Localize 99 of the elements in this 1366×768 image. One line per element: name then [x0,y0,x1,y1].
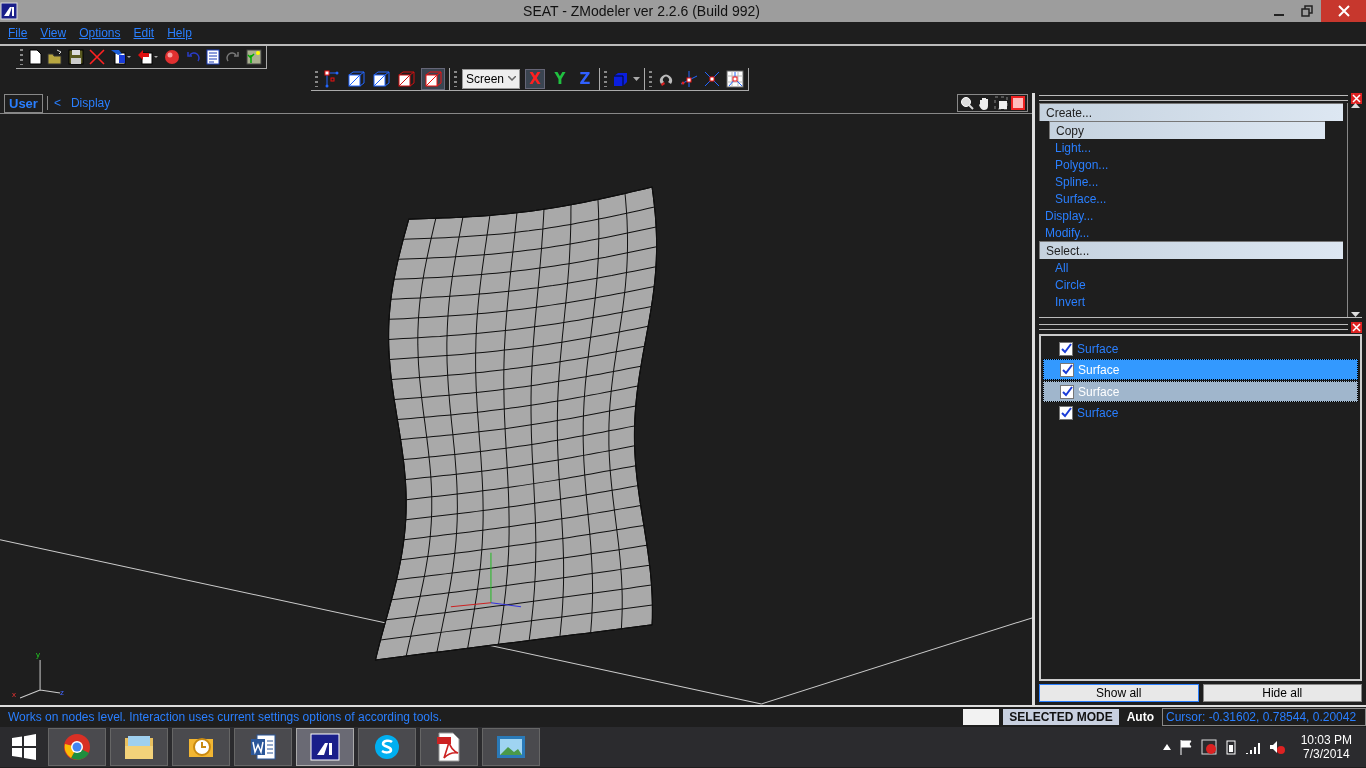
layer-label: Surface [1078,362,1120,377]
maximize-view-icon[interactable] [994,96,1008,110]
menu-item[interactable]: File [4,26,37,40]
tree-item[interactable]: Spline... [1049,173,1343,190]
tree-item[interactable]: Copy [1049,121,1325,139]
start-icon[interactable] [11,734,37,760]
mode-indicator: SELECTED MODE [1003,709,1119,725]
checkbox[interactable] [1060,362,1074,377]
tree-item[interactable]: Light... [1049,139,1343,156]
open-folder-icon[interactable] [47,48,63,65]
signal-icon[interactable] [1244,740,1261,754]
axis-toggle[interactable]: Z [575,68,596,89]
tree-item[interactable]: Invert [1049,293,1343,310]
document-icon[interactable] [249,733,277,761]
axis-label: y [36,650,40,659]
scroll-down-icon[interactable] [1350,312,1360,317]
tree-item[interactable]: All [1049,259,1343,276]
layer-item[interactable]: Surface [1043,339,1358,358]
status-message: Works on nodes level. Interaction uses current settings options of according tools. [8,710,443,724]
tree-item[interactable]: Polygon... [1049,156,1343,173]
back-link[interactable]: < [53,96,61,110]
tree-group[interactable]: Display... [1039,207,1343,224]
cube-vertex-icon[interactable] [346,69,366,88]
close-panel-icon[interactable] [1351,321,1362,333]
axis-toggle[interactable]: Y [550,68,571,89]
flag-icon[interactable] [1178,739,1193,755]
axis-toggle[interactable]: X [525,68,546,89]
caret-icon[interactable] [508,76,517,81]
clock-time: 10:03 PM [1300,733,1352,747]
zoom-icon[interactable] [960,96,974,110]
menu-item[interactable]: Options [75,26,130,40]
node-select-icon[interactable] [323,69,341,88]
layer-label: Surface [1078,384,1120,399]
taskbar-app[interactable] [48,728,106,766]
hand-icon[interactable] [977,96,991,110]
browser-icon[interactable] [63,733,91,761]
restore-icon[interactable] [1301,5,1313,17]
tray-arrow-icon[interactable] [1162,744,1171,750]
taskbar-app[interactable] [172,728,230,766]
battery-icon[interactable] [1224,739,1237,755]
taskbar-app[interactable] [358,728,416,766]
taskbar-app[interactable] [234,728,292,766]
import-icon[interactable] [110,48,132,65]
gizmo-icon [450,552,522,608]
window-title: SEAT - ZModeler ver 2.2.6 (Build 992) [522,3,761,19]
close-icon[interactable] [1337,5,1350,17]
grid-point-icon[interactable] [726,69,745,88]
checkbox[interactable] [1059,405,1073,420]
folder-icon[interactable] [124,734,154,760]
export-icon[interactable] [137,48,159,65]
axis-label: z [60,688,64,697]
status-field [963,709,1000,725]
menu-item[interactable]: View [36,26,76,40]
layer-label: Surface [1077,405,1119,420]
speaker-muted-icon[interactable] [1268,739,1285,755]
new-file-icon[interactable] [28,48,42,65]
sphere-icon[interactable] [164,48,180,65]
snap-indicator: Auto [1125,710,1155,724]
tree-item[interactable]: Circle [1049,276,1343,293]
taskbar-app[interactable] [296,728,354,766]
clock-date: 7/3/2014 [1302,747,1350,761]
menu-item[interactable]: Edit [129,26,164,40]
taskbar-app[interactable] [420,728,478,766]
axis-label: x [12,690,16,699]
taskbar-app[interactable] [482,728,540,766]
cube-face-icon[interactable] [396,69,416,88]
breadcrumb-link[interactable]: Display [70,96,111,110]
save-icon[interactable] [68,48,84,65]
app-logo-icon[interactable] [0,2,18,20]
tree-group[interactable]: Create... [1039,103,1343,121]
checkbox[interactable] [1060,384,1074,399]
chat-bubble-icon[interactable] [373,733,401,761]
axes-point-icon[interactable] [680,69,699,88]
layer-item[interactable]: Surface [1043,403,1358,422]
view-tab[interactable]: User [4,93,43,113]
layer-button[interactable]: Hide all [1202,684,1362,702]
tree-item[interactable]: Surface... [1049,190,1343,207]
cube-object-icon[interactable] [423,69,443,88]
text-document-icon[interactable] [206,48,220,65]
delete-icon[interactable] [89,48,105,65]
coordinate-dropdown[interactable]: Screen [462,68,521,89]
picture-icon[interactable] [246,48,262,65]
close-panel-icon[interactable] [1351,92,1362,104]
axis-gizmo-icon [19,659,61,699]
record-icon[interactable] [1200,739,1217,755]
taskbar-app[interactable] [110,728,168,766]
menu-item[interactable]: Help [163,26,201,40]
layer-button[interactable]: Show all [1039,684,1199,702]
checkbox[interactable] [1059,341,1073,356]
axes-cross-icon[interactable] [703,69,722,88]
photo-viewer-icon[interactable] [496,734,526,760]
dropdown-arrow-icon[interactable] [633,76,641,81]
pdf-document-icon[interactable] [436,732,462,762]
tree-group[interactable]: Modify... [1039,224,1343,241]
cube-edge-icon[interactable] [371,69,391,88]
cursor-coordinates: Cursor: -0.31602, 0.78544, 0.20042 [1162,708,1366,726]
layer-item[interactable]: Surface [1043,359,1358,380]
tree-group[interactable]: Select... [1039,241,1343,259]
layer-label: Surface [1077,341,1119,356]
